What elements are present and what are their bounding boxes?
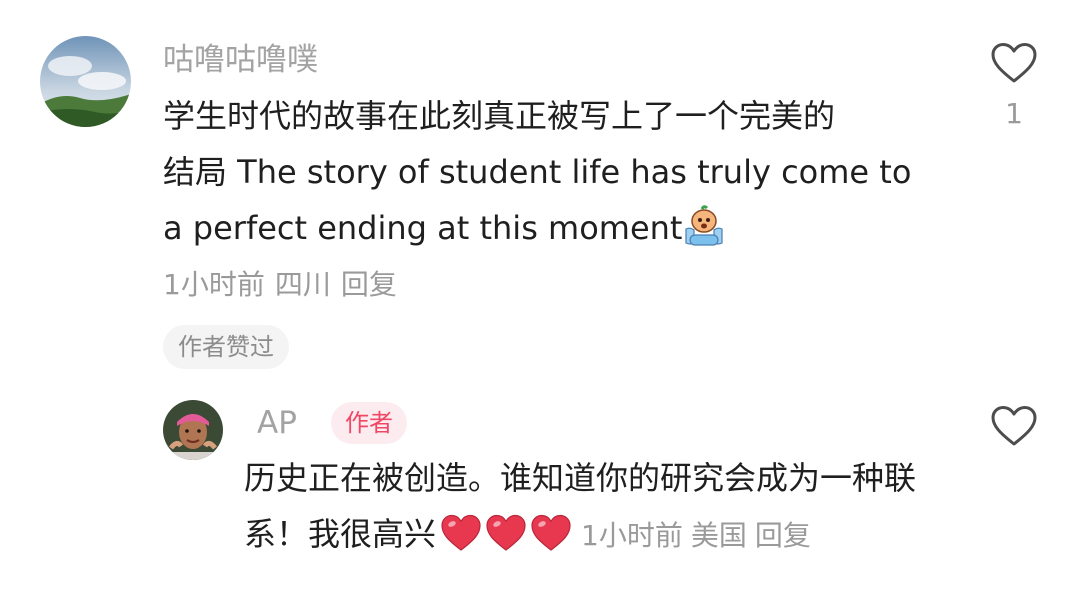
reply-text: 历史正在被创造。谁知道你的研究会成为一种联系！我很高兴 1小时前 美国 回复 <box>244 450 944 569</box>
reply-meta: 1小时前 美国 回复 <box>581 508 819 564</box>
reply-time: 1小时前 <box>581 519 683 552</box>
heart-outline-icon <box>991 43 1037 83</box>
crying-face-emoji-icon <box>682 205 726 247</box>
red-heart-icon <box>485 513 527 551</box>
comment-text: 学生时代的故事在此刻真正被写上了一个完美的 结局 The story of st… <box>163 88 953 256</box>
comment-meta: 1小时前 四川 回复 <box>163 263 407 307</box>
comment-item: 咕噜咕噜噗 学生时代的故事在此刻真正被写上了一个完美的 结局 The story… <box>0 0 1080 380</box>
reply-location: 美国 <box>690 519 747 552</box>
comment-text-line-3: a perfect ending at this moment <box>163 209 683 247</box>
red-heart-icon <box>530 513 572 551</box>
comment-text-line-1: 学生时代的故事在此刻真正被写上了一个完美的 <box>163 97 836 135</box>
comment-username[interactable]: 咕噜咕噜噗 <box>163 38 318 82</box>
reply-like-button[interactable] <box>990 405 1038 447</box>
comment-location: 四川 <box>274 268 331 301</box>
avatar[interactable] <box>40 36 131 127</box>
reply-username[interactable]: AP <box>257 401 297 445</box>
reply-reply-button[interactable]: 回复 <box>755 519 811 552</box>
reply-avatar[interactable] <box>163 400 223 460</box>
author-liked-tag: 作者赞过 <box>163 325 289 369</box>
author-badge: 作者 <box>331 402 407 444</box>
comment-time: 1小时前 <box>163 268 265 301</box>
heart-outline-icon <box>991 406 1037 446</box>
like-button[interactable] <box>990 42 1038 84</box>
comment-text-line-2: 结局 The story of student life has truly c… <box>163 153 912 191</box>
like-count: 1 <box>1005 97 1023 130</box>
heart-emoji-group <box>440 513 575 569</box>
red-heart-icon <box>440 513 482 551</box>
reply-button[interactable]: 回复 <box>341 268 397 301</box>
